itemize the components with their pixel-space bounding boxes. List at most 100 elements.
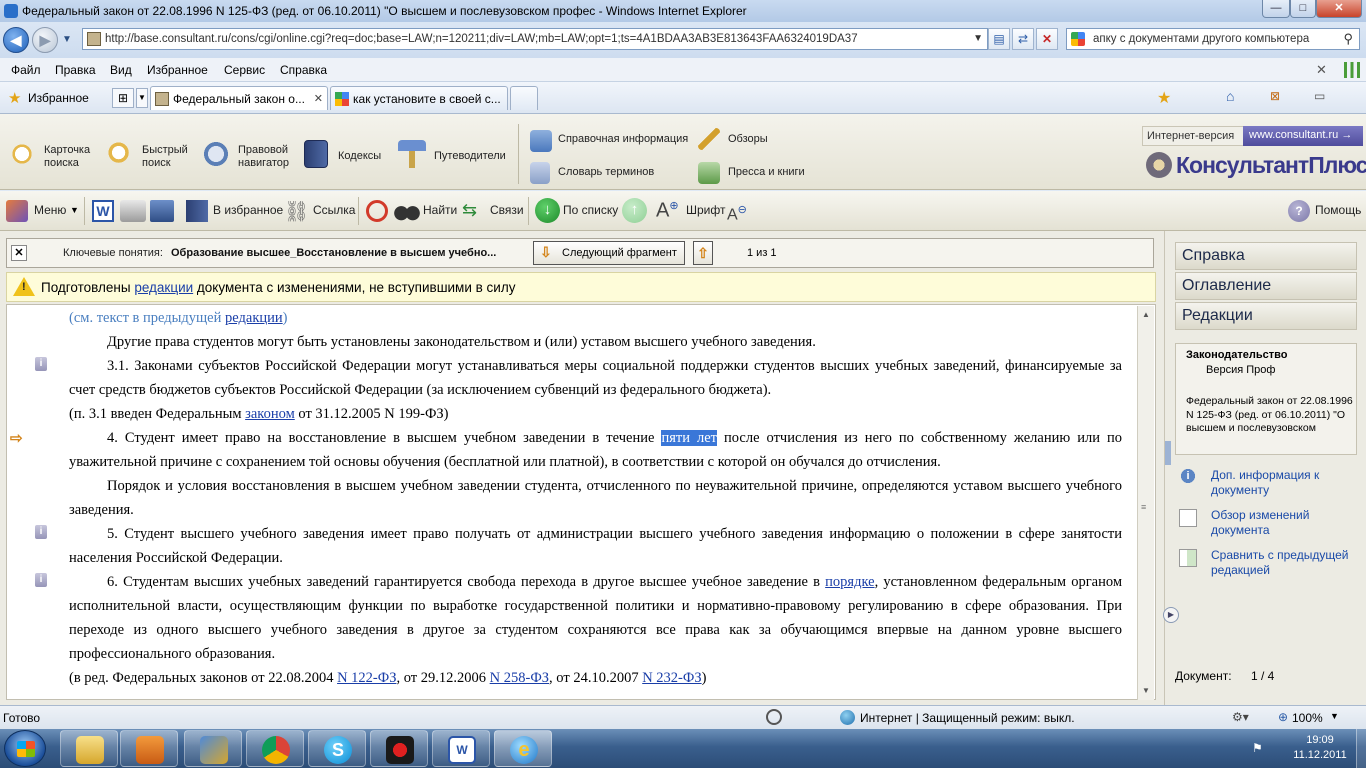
address-field[interactable]: http://base.consultant.ru/cons/cgi/onlin…: [82, 28, 988, 50]
taskbar-word[interactable]: W: [432, 730, 490, 767]
editions-link[interactable]: редакции: [134, 280, 193, 295]
law-258-link[interactable]: N 258-ФЗ: [490, 670, 549, 686]
menu-edit[interactable]: Правка: [55, 63, 96, 77]
next-fragment-button[interactable]: ⇩ Следующий фрагмент: [533, 241, 685, 265]
zoom-dropdown-icon[interactable]: ▼: [1330, 711, 1339, 721]
back-button[interactable]: ◀: [3, 27, 29, 53]
no-entry-icon[interactable]: [366, 200, 388, 222]
font-decrease-icon[interactable]: A⊖: [727, 203, 747, 224]
word-export-icon[interactable]: W: [92, 200, 114, 222]
info-icon[interactable]: i: [35, 525, 47, 539]
protected-mode-icon[interactable]: ⚙▾: [1232, 710, 1249, 724]
window-title-bar[interactable]: Федеральный закон от 22.08.1996 N 125-ФЗ…: [0, 0, 1366, 22]
print-icon[interactable]: [120, 200, 146, 222]
tray-flag-icon[interactable]: ⚑: [1252, 741, 1263, 755]
folder-icon: [76, 736, 104, 764]
search-field[interactable]: апку с документами другого компьютера ⚲: [1066, 28, 1360, 50]
taskbar-skype[interactable]: S: [308, 730, 366, 767]
rss-icon[interactable]: ⊠: [1270, 89, 1280, 103]
taskbar-chrome[interactable]: [246, 730, 304, 767]
start-button[interactable]: [4, 730, 46, 767]
close-tab-icon[interactable]: ✕: [314, 92, 323, 105]
links-button[interactable]: Связи: [490, 203, 524, 217]
add-favorites-icon[interactable]: ★: [1157, 88, 1171, 108]
refresh-icon[interactable]: ⇄: [1012, 28, 1034, 50]
minimize-button[interactable]: —: [1262, 0, 1290, 18]
close-window-button[interactable]: ✕: [1316, 0, 1362, 18]
favorites-button[interactable]: Избранное: [28, 91, 89, 105]
quick-tabs-icon[interactable]: ⊞: [112, 88, 134, 108]
menu-tools[interactable]: Сервис: [224, 63, 265, 77]
address-dropdown-icon[interactable]: ▼: [973, 33, 983, 44]
font-increase-icon[interactable]: A⊕: [656, 199, 679, 223]
taskbar-app[interactable]: [370, 730, 428, 767]
menu-dropdown-icon[interactable]: ▼: [70, 205, 79, 215]
panel-splitter[interactable]: [1165, 441, 1171, 465]
stop-icon[interactable]: ✕: [1036, 28, 1058, 50]
home-icon[interactable]: ⌂: [1226, 88, 1234, 104]
arrow-down-icon: ⇩: [540, 244, 552, 260]
menu-help[interactable]: Справка: [280, 63, 327, 77]
extra-info-link[interactable]: Доп. информация к документу: [1211, 468, 1366, 498]
by-list-button[interactable]: По списку: [563, 203, 618, 217]
expand-panel-icon[interactable]: ▶: [1163, 607, 1179, 623]
box-title: Законодательство: [1186, 349, 1288, 361]
scroll-up-icon[interactable]: ▲: [1142, 310, 1150, 319]
compat-view-icon[interactable]: ▤: [988, 28, 1010, 50]
maximize-button[interactable]: □: [1290, 0, 1316, 18]
press-label: Пресса и книги: [728, 166, 805, 178]
menu-view[interactable]: Вид: [110, 63, 132, 77]
add-to-favorites-button[interactable]: В избранное: [213, 203, 283, 217]
compare-edition-link[interactable]: Сравнить с предыдущей редакцией: [1211, 548, 1361, 578]
key-concepts-bar: ✕ Ключевые понятия: Образование высшее_В…: [6, 238, 1154, 268]
find-button[interactable]: Найти: [423, 203, 457, 217]
taskbar-internet-explorer[interactable]: e: [494, 730, 552, 767]
contents-tab[interactable]: Оглавление: [1175, 272, 1357, 300]
link-button[interactable]: Ссылка: [313, 203, 355, 217]
help-tab[interactable]: Справка: [1175, 242, 1357, 270]
close-menu-icon[interactable]: ✕: [1316, 62, 1327, 78]
menu-file[interactable]: Файл: [11, 63, 41, 77]
tab-google[interactable]: как установите в своей с...: [330, 86, 508, 110]
taskbar-media-player[interactable]: [120, 730, 178, 767]
show-desktop-button[interactable]: [1356, 729, 1366, 768]
changes-review-link[interactable]: Обзор изменений документа: [1211, 508, 1366, 538]
up-arrow-icon[interactable]: ↑: [622, 198, 647, 223]
previous-edition-link[interactable]: редакции: [225, 310, 283, 326]
menu-button[interactable]: Меню: [34, 203, 66, 217]
tab-list-dropdown-icon[interactable]: ▼: [136, 88, 148, 108]
clock[interactable]: 19:09 11.12.2011: [1290, 733, 1350, 763]
law-122-link[interactable]: N 122-ФЗ: [337, 670, 396, 686]
save-icon[interactable]: [150, 200, 174, 222]
scroll-thumb[interactable]: ≡: [1141, 502, 1146, 512]
law-232-link[interactable]: N 232-ФЗ: [642, 670, 701, 686]
down-arrow-icon[interactable]: ↓: [535, 198, 560, 223]
taskbar-tool[interactable]: [184, 730, 242, 767]
search-icon[interactable]: ⚲: [1343, 31, 1353, 47]
taskbar-explorer[interactable]: [60, 730, 118, 767]
scroll-down-icon[interactable]: ▼: [1142, 686, 1150, 695]
internet-version-bar: Интернет-версия www.consultant.ru →: [1142, 126, 1363, 146]
close-keybar-icon[interactable]: ✕: [11, 245, 27, 261]
history-dropdown-icon[interactable]: ▼: [62, 34, 72, 45]
info-icon[interactable]: i: [35, 573, 47, 587]
document-scrollbar[interactable]: ▲ ≡ ▼: [1137, 306, 1154, 700]
tab-consultant[interactable]: Федеральный закон о... ✕: [150, 86, 328, 110]
consultant-site-link[interactable]: www.consultant.ru →: [1243, 126, 1363, 146]
prev-fragment-button[interactable]: ⇧: [693, 241, 713, 265]
next-fragment-label: Следующий фрагмент: [562, 247, 677, 259]
law-link[interactable]: законом: [245, 406, 295, 422]
forward-button[interactable]: ▶: [32, 27, 58, 53]
menu-favorites[interactable]: Избранное: [147, 63, 208, 77]
editions-tab[interactable]: Редакции: [1175, 302, 1357, 330]
zoom-level[interactable]: 100%: [1292, 711, 1323, 725]
doc-para-6: 6. Студентам высших учебных заведений га…: [69, 574, 1122, 662]
font-button[interactable]: Шрифт: [686, 203, 725, 217]
order-link[interactable]: порядке: [825, 574, 874, 590]
popup-blocker-icon[interactable]: [766, 709, 782, 725]
help-button[interactable]: Помощь: [1315, 203, 1361, 217]
print-icon[interactable]: ▭: [1314, 89, 1325, 103]
new-tab-button[interactable]: [510, 86, 538, 110]
info-icon[interactable]: i: [35, 357, 47, 371]
consultant-logo-icon: [1146, 152, 1172, 178]
